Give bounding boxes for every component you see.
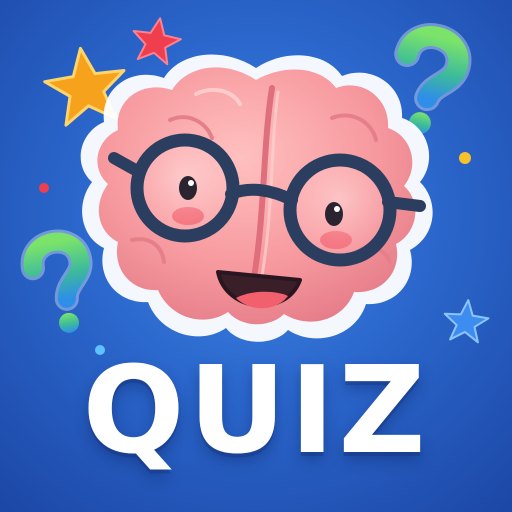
star-icon bbox=[443, 299, 490, 344]
left-eye bbox=[179, 176, 197, 200]
sparkle-dot-icon bbox=[39, 183, 49, 193]
brain-mascot-icon bbox=[80, 54, 433, 342]
question-mark-icon bbox=[20, 229, 93, 333]
star-icon bbox=[132, 17, 182, 66]
quiz-title: QUIZ bbox=[82, 342, 430, 481]
sparkle-dot-icon bbox=[459, 152, 471, 164]
right-eye bbox=[325, 202, 343, 226]
quiz-app-icon: QUIZ bbox=[0, 0, 512, 512]
